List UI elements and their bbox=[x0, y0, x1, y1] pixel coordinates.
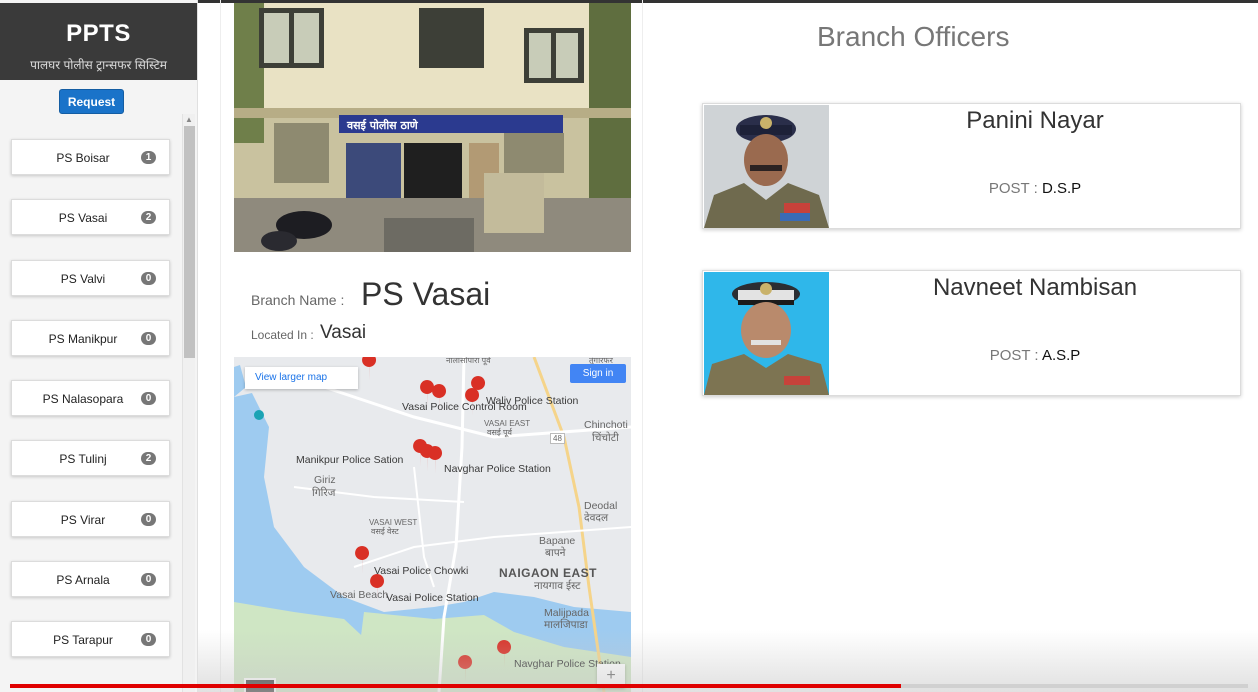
branch-item-vasai[interactable]: PS Vasai 2 bbox=[11, 199, 170, 235]
map-label: बापने bbox=[545, 547, 566, 559]
request-count-badge: 2 bbox=[141, 211, 156, 224]
branch-item-boisar[interactable]: PS Boisar 1 bbox=[11, 139, 170, 175]
branch-item-nalasopara[interactable]: PS Nalasopara 0 bbox=[11, 380, 170, 416]
branch-item-manikpur[interactable]: PS Manikpur 0 bbox=[11, 320, 170, 356]
map-label: नायगाव ईस्ट bbox=[534, 580, 581, 592]
located-in-value: Vasai bbox=[320, 322, 367, 343]
sidebar: PPTS पालघर पोलीस ट्रान्सफर सिस्टिम Reque… bbox=[0, 0, 198, 692]
officer-name: Panini Nayar bbox=[966, 107, 1104, 134]
map-label: वसई वेस्ट bbox=[371, 527, 399, 536]
map-label: चिंचोटी bbox=[592, 432, 619, 444]
video-progress-fill bbox=[10, 684, 902, 688]
post-label: POST : bbox=[988, 180, 1038, 197]
view-larger-map-link[interactable]: View larger map bbox=[245, 367, 358, 389]
map-sign-in-button[interactable]: Sign in bbox=[570, 364, 626, 383]
branch-item-label: PS Virar bbox=[60, 513, 106, 527]
branch-item-label: PS Tulinj bbox=[59, 452, 107, 466]
map-label: देवदल bbox=[584, 512, 609, 524]
branch-item-label: PS Manikpur bbox=[48, 332, 118, 346]
officer-card[interactable]: Panini Nayar POST : D.S.P bbox=[702, 103, 1241, 229]
highway-number-label: 48 bbox=[550, 433, 565, 444]
officer-name: Navneet Nambisan bbox=[932, 274, 1138, 301]
branch-item-label: PS Valvi bbox=[60, 272, 106, 286]
video-progress-bar[interactable] bbox=[10, 684, 1248, 688]
branch-item-label: PS Arnala bbox=[56, 573, 110, 587]
post-value: A.S.P bbox=[1041, 347, 1081, 364]
map-label: Waliv Police Station bbox=[486, 395, 579, 407]
branch-officers-title: Branch Officers bbox=[817, 21, 1010, 52]
request-count-badge: 0 bbox=[141, 513, 156, 526]
request-count-badge: 2 bbox=[141, 452, 156, 465]
sidebar-scrollbar[interactable]: ▲ bbox=[182, 114, 195, 692]
embedded-map[interactable]: Vasai Police Control Room Waliv Police S… bbox=[234, 357, 631, 692]
branch-item-tulinj[interactable]: PS Tulinj 2 bbox=[11, 440, 170, 476]
request-count-badge: 0 bbox=[141, 392, 156, 405]
officer-post: POST : A.S.P bbox=[829, 347, 1241, 364]
located-in-label: Located In : bbox=[251, 328, 314, 342]
map-label: Navghar Police Station bbox=[444, 463, 551, 475]
map-label: Giriz bbox=[314, 474, 336, 486]
branch-item-tarapur[interactable]: PS Tarapur 0 bbox=[11, 621, 170, 657]
station-sign-text: वसई पोलीस ठाणे bbox=[346, 118, 419, 132]
app-subtitle: पालघर पोलीस ट्रान्सफर सिस्टिम bbox=[30, 58, 167, 72]
branch-item-label: PS Vasai bbox=[58, 211, 108, 225]
map-label: नालासोपारा पूर्व bbox=[446, 357, 491, 365]
branch-item-label: PS Nalasopara bbox=[42, 392, 124, 406]
brand-header: PPTS पालघर पोलीस ट्रान्सफर सिस्टिम bbox=[0, 3, 197, 80]
map-label: Vasai Beach bbox=[330, 589, 389, 601]
branch-detail-panel: वसई पोलीस ठाणे Branch Name : PS Vasai Lo… bbox=[220, 0, 643, 692]
request-button[interactable]: Request bbox=[59, 89, 124, 114]
map-label: Manikpur Police Sation bbox=[296, 454, 404, 466]
post-value: D.S.P bbox=[1041, 180, 1082, 197]
branch-item-label: PS Boisar bbox=[56, 151, 110, 165]
map-label: NAIGAON EAST bbox=[499, 566, 598, 580]
map-label: गिरिज bbox=[312, 487, 336, 499]
officer-photo bbox=[704, 105, 829, 228]
scrollbar-thumb[interactable] bbox=[184, 126, 195, 358]
branch-name-label: Branch Name : bbox=[251, 292, 345, 308]
request-count-badge: 0 bbox=[141, 332, 156, 345]
post-label: POST : bbox=[989, 347, 1039, 364]
branch-list: PS Boisar 1 PS Vasai 2 PS Valvi 0 PS Man… bbox=[0, 114, 182, 692]
scroll-up-arrow-icon[interactable]: ▲ bbox=[185, 115, 193, 124]
police-station-photo-art: वसई पोलीस ठाणे bbox=[234, 3, 631, 252]
police-station-photo: वसई पोलीस ठाणे bbox=[234, 3, 631, 252]
request-count-badge: 0 bbox=[141, 573, 156, 586]
app-title: PPTS bbox=[66, 20, 131, 47]
map-label: वसई पूर्व bbox=[487, 428, 512, 437]
map-label: मालजिपाडा bbox=[544, 619, 588, 631]
map-label: Vasai Police Chowki bbox=[374, 565, 469, 577]
officer-photo bbox=[704, 272, 829, 395]
officer-card[interactable]: Navneet Nambisan POST : A.S.P bbox=[702, 270, 1241, 396]
officer-portrait bbox=[704, 105, 829, 228]
branch-name-value: PS Vasai bbox=[361, 276, 491, 312]
branch-item-valvi[interactable]: PS Valvi 0 bbox=[11, 260, 170, 296]
request-count-badge: 0 bbox=[141, 633, 156, 646]
map-label: Chinchoti bbox=[584, 419, 628, 431]
branch-item-virar[interactable]: PS Virar 0 bbox=[11, 501, 170, 537]
officer-post: POST : D.S.P bbox=[829, 180, 1241, 197]
branch-item-arnala[interactable]: PS Arnala 0 bbox=[11, 561, 170, 597]
map-label: Vasai Police Station bbox=[386, 592, 479, 604]
request-count-badge: 1 bbox=[141, 151, 156, 164]
branch-item-label: PS Tarapur bbox=[53, 633, 113, 647]
request-count-badge: 0 bbox=[141, 272, 156, 285]
officer-portrait bbox=[704, 272, 829, 395]
